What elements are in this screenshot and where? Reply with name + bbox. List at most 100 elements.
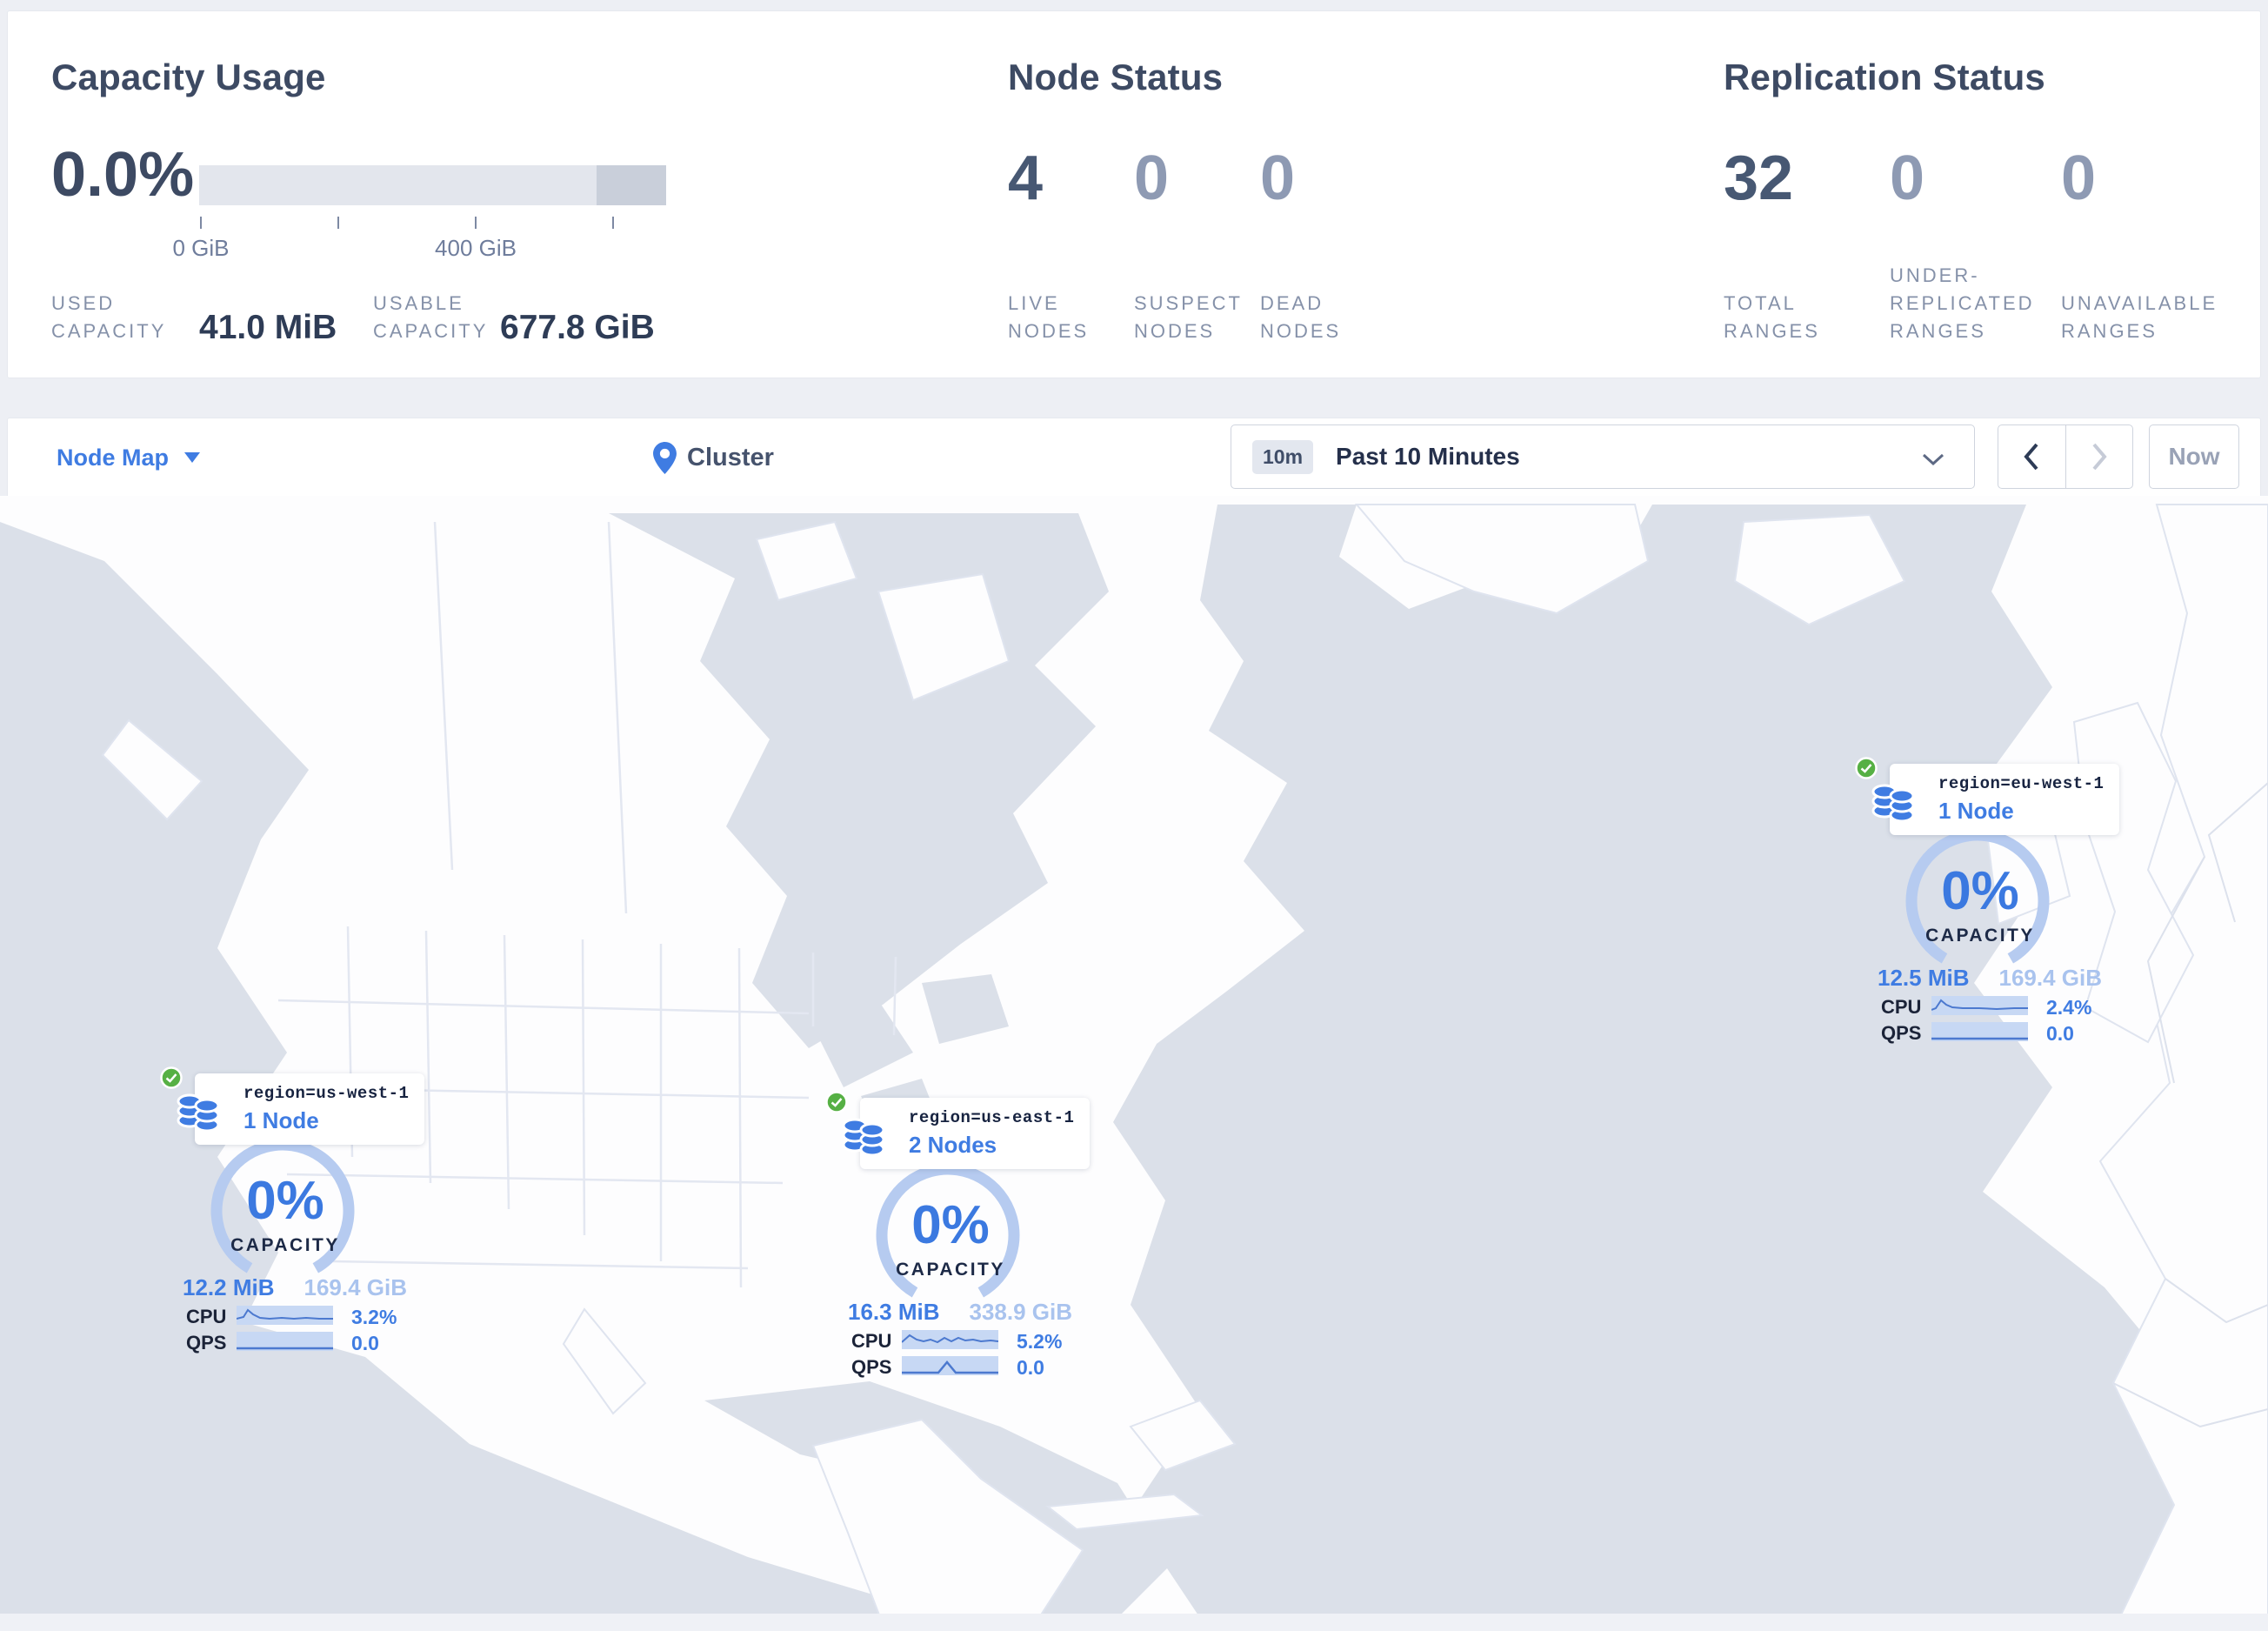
qps-metric-row: QPS 0.0: [155, 1332, 416, 1354]
cpu-sparkline: [1931, 996, 2028, 1015]
axis-tick: [612, 217, 614, 229]
chevron-down-icon: [1922, 453, 1944, 465]
capacity-used-value: 16.3 MiB: [848, 1299, 940, 1325]
capacity-used-value: 12.2 MiB: [183, 1274, 275, 1300]
time-pager: [1998, 424, 2133, 489]
dead-nodes-count: 0: [1260, 144, 1296, 213]
under-replicated-label: UNDER-REPLICATED RANGES: [1890, 264, 2035, 342]
unavailable-ranges-count: 0: [2061, 144, 2097, 213]
view-selector-dropdown[interactable]: Node Map: [57, 418, 201, 497]
total-ranges-count: 32: [1724, 144, 1794, 213]
database-stack-icon: [177, 1093, 220, 1131]
qps-metric-row: QPS 0.0: [1850, 1022, 2111, 1045]
suspect-nodes-label: SUSPECT NODES: [1134, 292, 1243, 342]
total-ranges-stat: 32 TOTAL RANGES: [1724, 144, 1818, 342]
capacity-values-row: 16.3 MiB 338.9 GiB: [848, 1299, 1072, 1326]
locality-node-count: 1 Node: [243, 1107, 319, 1133]
used-capacity-label: USED CAPACITY: [51, 292, 167, 342]
axis-tick-label: 400 GiB: [435, 235, 517, 261]
locality-header-card[interactable]: region=us-east-1 2 Nodes: [860, 1098, 1091, 1169]
capacity-bar-reserved-segment: [597, 165, 666, 205]
locality-region-label: region=us-east-1: [909, 1108, 1075, 1127]
capacity-usage-title: Capacity Usage: [51, 57, 326, 97]
cpu-sparkline: [902, 1330, 998, 1349]
healthy-check-icon: [1855, 757, 1878, 779]
under-replicated-ranges-stat: 0 UNDER-REPLICATED RANGES: [1890, 147, 2032, 342]
suspect-nodes-stat: 0 SUSPECT NODES: [1134, 147, 1240, 342]
live-nodes-stat: 4 LIVE NODES: [1008, 144, 1086, 342]
capacity-total-value: 169.4 GiB: [1998, 965, 2102, 991]
locality-node-count: 1 Node: [1938, 798, 2014, 824]
capacity-values-row: 12.2 MiB 169.4 GiB: [183, 1274, 407, 1301]
gauge-caption: CAPACITY: [230, 1235, 340, 1255]
world-basemap: [0, 504, 2268, 1631]
qps-sparkline: [902, 1356, 998, 1375]
axis-tick: [337, 217, 339, 229]
healthy-check-icon: [160, 1066, 183, 1089]
cpu-value: 2.4%: [2046, 996, 2092, 1019]
usable-capacity-label: USABLE CAPACITY: [373, 292, 489, 342]
qps-value: 0.0: [351, 1332, 379, 1354]
locality-badge-us-east-1[interactable]: region=us-east-1 2 Nodes 0% CAPACITY 16.…: [820, 1089, 1091, 1380]
capacity-total-value: 169.4 GiB: [304, 1274, 407, 1300]
qps-label: QPS: [186, 1332, 227, 1354]
locality-region-label: region=eu-west-1: [1938, 774, 2105, 793]
axis-tick-label: 0 GiB: [172, 235, 230, 261]
time-range-select[interactable]: 10m Past 10 Minutes: [1231, 424, 1975, 489]
qps-value: 0.0: [2046, 1022, 2074, 1045]
locality-region-label: region=us-west-1: [243, 1084, 410, 1103]
gauge-caption: CAPACITY: [896, 1260, 1005, 1280]
database-stack-icon: [842, 1118, 885, 1155]
cpu-sparkline: [237, 1306, 333, 1325]
now-button[interactable]: Now: [2149, 424, 2239, 489]
cpu-value: 3.2%: [351, 1306, 397, 1328]
gauge-percent: 0%: [911, 1195, 990, 1255]
capacity-values-row: 12.5 MiB 169.4 GiB: [1878, 965, 2102, 992]
capacity-total-value: 338.9 GiB: [969, 1299, 1072, 1325]
locality-breadcrumb: Cluster: [653, 418, 774, 497]
location-pin-icon: [653, 441, 677, 474]
replication-status-title: Replication Status: [1724, 57, 2045, 97]
used-capacity-value: 41.0 MiB: [199, 309, 337, 346]
qps-label: QPS: [1881, 1022, 1922, 1044]
usable-capacity-value: 677.8 GiB: [500, 309, 655, 346]
qps-sparkline: [237, 1332, 333, 1351]
live-nodes-count: 4: [1008, 144, 1044, 213]
map-toolbar: Node Map Cluster 10m Past 10 Minutes Now: [7, 418, 2261, 498]
chevron-right-icon: [2092, 443, 2107, 471]
qps-sparkline: [1931, 1022, 2028, 1041]
gauge-caption: CAPACITY: [1925, 926, 2035, 946]
cpu-metric-row: CPU 2.4%: [1850, 996, 2111, 1019]
view-selector-label: Node Map: [57, 444, 170, 471]
dead-nodes-stat: 0 DEAD NODES: [1260, 144, 1338, 342]
time-range-badge: 10m: [1252, 439, 1314, 474]
qps-value: 0.0: [1017, 1356, 1044, 1379]
capacity-usage-bar: 0 GiB 400 GiB: [172, 165, 666, 270]
total-ranges-label: TOTAL RANGES: [1724, 292, 1820, 342]
gauge-percent: 0%: [246, 1171, 324, 1231]
cpu-value: 5.2%: [1017, 1330, 1063, 1353]
node-map: region=us-west-1 1 Node 0% CAPACITY 12.2…: [0, 496, 2268, 1631]
time-range-label: Past 10 Minutes: [1336, 443, 1520, 470]
next-time-button[interactable]: [2065, 425, 2133, 488]
triangle-down-icon: [184, 452, 201, 463]
cluster-summary-bar: Capacity Usage 0.0% 0 GiB 400 GiB USED C…: [7, 10, 2261, 378]
capacity-used-value: 12.5 MiB: [1878, 965, 1970, 991]
locality-header-card[interactable]: region=eu-west-1 1 Node: [1890, 764, 2120, 835]
cpu-metric-row: CPU 5.2%: [820, 1330, 1081, 1353]
qps-metric-row: QPS 0.0: [820, 1356, 1081, 1379]
locality-header-card[interactable]: region=us-west-1 1 Node: [195, 1073, 425, 1145]
locality-badge-eu-west-1[interactable]: region=eu-west-1 1 Node 0% CAPACITY 12.5…: [1850, 755, 2120, 1046]
prev-time-button[interactable]: [1998, 425, 2065, 488]
qps-label: QPS: [851, 1356, 892, 1378]
gauge-percent: 0%: [1941, 861, 2019, 921]
locality-badge-us-west-1[interactable]: region=us-west-1 1 Node 0% CAPACITY 12.2…: [155, 1065, 425, 1356]
axis-tick: [475, 217, 477, 229]
database-stack-icon: [1871, 784, 1915, 821]
unavailable-ranges-stat: 0 UNAVAILABLE RANGES: [2061, 144, 2215, 342]
node-status-title: Node Status: [1008, 57, 1224, 97]
capacity-used-percent: 0.0%: [51, 140, 195, 210]
dead-nodes-label: DEAD NODES: [1260, 292, 1342, 342]
unavailable-ranges-label: UNAVAILABLE RANGES: [2061, 292, 2218, 342]
axis-tick: [200, 217, 202, 229]
